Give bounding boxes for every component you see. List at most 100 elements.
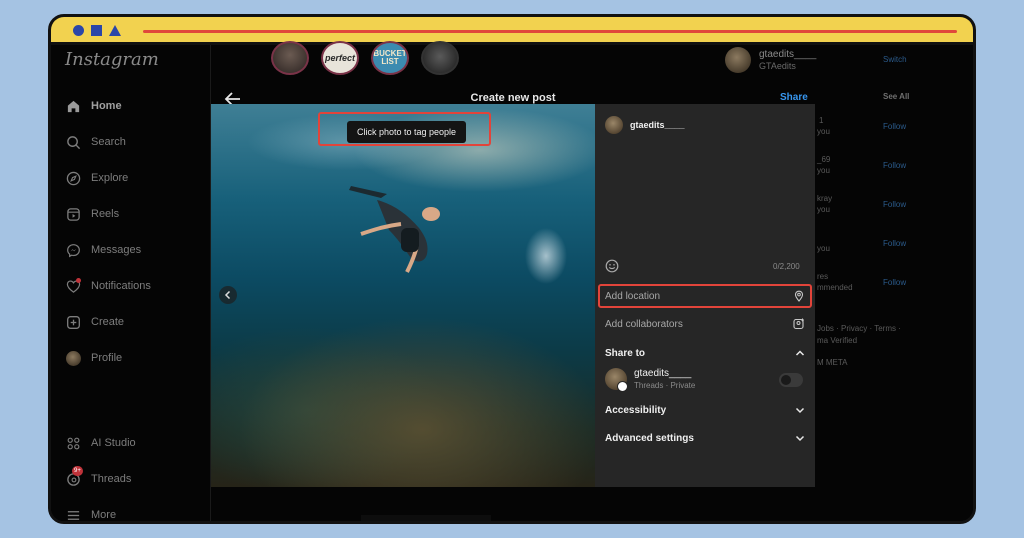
location-pin-icon [793,290,805,302]
add-location-field[interactable]: Add location [605,285,805,307]
post-username: gtaedits____ [630,120,685,130]
add-location-label: Add location [605,290,661,302]
chevron-left-icon [224,290,231,300]
sidebar-item-label: AI Studio [91,437,136,449]
add-collaborators-field[interactable]: Add collaborators [605,313,805,335]
background-post-fragment [361,515,491,521]
search-icon [65,134,81,150]
sidebar-item-profile[interactable]: Profile [65,347,122,369]
suggestion-name: 1 [819,116,824,125]
suggestion-sub: you [817,205,830,214]
threads-badge: 9+ [72,466,83,476]
compass-icon [65,170,81,186]
share-to-label: Share to [605,347,646,359]
advanced-settings-section[interactable]: Advanced settings [605,427,805,449]
avatar [65,350,81,366]
threads-privacy: Threads · Private [634,381,696,390]
story-label: perfect [324,53,355,63]
current-user-fullname: GTAedits [759,61,796,71]
stories-tray: perfect BUCKET LIST [271,41,459,79]
sidebar-item-label: Notifications [91,280,151,292]
browser-window: Instagram Home Search Explore Reels Mess… [48,14,976,524]
instagram-app: Instagram Home Search Explore Reels Mess… [51,41,973,521]
suggestion-name: res [817,272,829,281]
add-user-icon [793,318,805,330]
chevron-down-icon [795,405,805,415]
titlebar-line [143,30,957,33]
sidebar-item-notifications[interactable]: Notifications [65,275,151,297]
avatar[interactable] [725,47,751,73]
heart-icon [65,278,81,294]
suggestion-sub: you [817,127,830,136]
add-collaborators-label: Add collaborators [605,318,683,330]
emoji-icon[interactable] [605,259,619,273]
current-username[interactable]: gtaedits____ [759,49,816,60]
circle-icon [73,25,84,36]
sidebar-item-search[interactable]: Search [65,131,126,153]
sidebar-item-label: Threads [91,473,132,485]
sidebar-item-home[interactable]: Home [65,95,122,117]
threads-username: gtaedits____ [634,368,692,379]
follow-button[interactable]: Follow [883,278,906,287]
previous-photo-button[interactable] [219,286,237,304]
post-details-panel: gtaedits____ 0/2,200 Add location Add co… [595,104,815,487]
sidebar: Instagram Home Search Explore Reels Mess… [51,45,211,521]
post-photo[interactable]: Click photo to tag people [211,104,595,487]
follow-button[interactable]: Follow [883,161,906,170]
suggestion-name: _69 [817,155,831,164]
home-icon [65,98,81,114]
sidebar-item-reels[interactable]: Reels [65,203,119,225]
story-avatar[interactable]: BUCKET LIST [371,41,409,75]
sidebar-item-threads[interactable]: 9+ Threads [65,466,132,490]
sidebar-item-ai-studio[interactable]: AI Studio [65,432,136,454]
diver-figure [349,186,440,273]
footer-links[interactable]: Jobs · Privacy · Terms · [817,324,901,333]
story-avatar[interactable] [421,41,459,75]
suggestion-sub: you [817,166,830,175]
sidebar-item-label: Reels [91,208,120,220]
threads-logo-icon [617,381,628,392]
chevron-down-icon [795,433,805,443]
story-label: BUCKET LIST [373,49,407,66]
plus-square-icon [65,314,81,330]
messenger-icon [65,242,81,258]
reels-icon [65,206,81,222]
share-to-section[interactable]: Share to [605,342,805,364]
follow-button[interactable]: Follow [883,239,906,248]
sidebar-item-label: Search [91,136,126,148]
triangle-icon [109,25,121,36]
modal-title: Create new post [470,92,556,104]
sidebar-item-label: Explore [91,172,129,184]
notification-dot [76,278,81,283]
chevron-up-icon [795,348,805,358]
accessibility-label: Accessibility [605,404,667,416]
ai-studio-icon [65,435,81,451]
sidebar-item-explore[interactable]: Explore [65,167,128,189]
footer-links[interactable]: ma Verified [817,336,857,345]
suggestion-name: kray [817,194,833,203]
suggestion-sub: mmended [817,283,853,292]
suggestion-sub: you [817,244,830,253]
sidebar-item-create[interactable]: Create [65,311,124,333]
sidebar-item-label: Home [91,100,122,112]
bubbles [511,214,581,284]
instagram-logo[interactable]: Instagram [65,49,159,70]
sidebar-item-more[interactable]: More [65,504,117,521]
advanced-settings-label: Advanced settings [605,432,694,444]
sidebar-item-messages[interactable]: Messages [65,239,141,261]
menu-icon [65,507,81,521]
switch-account-link[interactable]: Switch [883,55,907,64]
sidebar-item-label: More [91,509,117,521]
story-avatar[interactable] [271,41,309,75]
share-to-threads-row: gtaedits____ Threads · Private [605,366,805,394]
story-avatar[interactable]: perfect [321,41,359,75]
follow-button[interactable]: Follow [883,200,906,209]
share-button[interactable]: Share [780,92,808,103]
window-titlebar [51,17,973,45]
follow-button[interactable]: Follow [883,122,906,131]
tag-people-tooltip[interactable]: Click photo to tag people [347,121,467,143]
threads-icon: 9+ [65,466,83,487]
see-all-link[interactable]: See All [883,92,909,101]
share-to-threads-toggle[interactable] [779,373,803,387]
accessibility-section[interactable]: Accessibility [605,399,805,421]
